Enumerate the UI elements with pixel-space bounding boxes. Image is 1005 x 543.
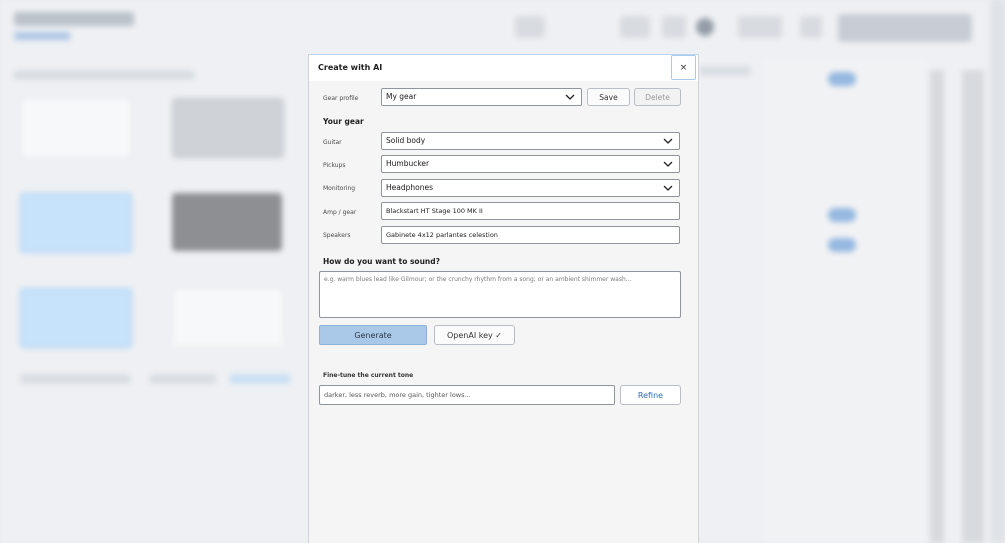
app-title-blurred <box>14 12 134 26</box>
filter-row <box>700 66 750 76</box>
amp-input[interactable]: Blackstart HT Stage 100 MK II <box>381 202 680 220</box>
guitar-label: Guitar <box>323 139 342 146</box>
save-button[interactable]: Save <box>587 88 630 106</box>
finetune-label: Fine-tune the current tone <box>323 372 414 379</box>
avatar <box>696 18 714 36</box>
monitoring-label: Monitoring <box>323 185 356 192</box>
guitar-value: Solid body <box>386 136 426 145</box>
scrollbar <box>930 70 944 543</box>
amp-label: Amp / gear <box>323 209 357 216</box>
sound-heading: How do you want to sound? <box>323 257 440 266</box>
speakers-input[interactable]: Gabinete 4x12 parlantes celestion <box>381 226 680 244</box>
footer-row <box>230 374 290 384</box>
amp-value: Blackstart HT Stage 100 MK II <box>386 207 483 215</box>
sound-description-input[interactable]: e.g. warm blues lead like Gilmour; or th… <box>319 271 681 318</box>
preset-card <box>172 288 284 348</box>
refine-input[interactable]: darker, less reverb, more gain, tighter … <box>319 385 615 405</box>
refine-button[interactable]: Refine <box>620 385 681 405</box>
chevron-down-icon <box>565 94 575 100</box>
openai-key-button-label: OpenAI key ✓ <box>447 330 502 340</box>
pickups-select[interactable]: Humbucker <box>381 155 680 173</box>
toggle <box>828 208 856 222</box>
pickups-value: Humbucker <box>386 159 430 168</box>
footer-row <box>150 374 216 384</box>
toggle <box>828 238 856 252</box>
toolbar-item <box>800 16 822 38</box>
monitoring-select[interactable]: Headphones <box>381 179 680 197</box>
chevron-down-icon <box>663 161 673 167</box>
create-with-ai-dialog: Create with AI × Gear profile My gear Sa… <box>308 54 699 543</box>
scrollbar <box>962 70 984 543</box>
preset-card <box>20 98 132 158</box>
pickups-label: Pickups <box>323 162 346 169</box>
openai-key-button[interactable]: OpenAI key ✓ <box>434 325 515 345</box>
footer-row <box>20 374 130 384</box>
speakers-value: Gabinete 4x12 parlantes celestion <box>386 231 498 239</box>
dialog-header: Create with AI × <box>309 54 698 81</box>
delete-button-label: Delete <box>645 92 670 102</box>
toolbar-item <box>738 16 782 38</box>
generate-button[interactable]: Generate <box>319 325 427 345</box>
toolbar-primary-button <box>838 14 972 42</box>
preset-card <box>172 98 284 158</box>
right-panel <box>765 60 925 543</box>
speakers-label: Speakers <box>323 232 351 239</box>
save-button-label: Save <box>599 92 618 102</box>
refine-placeholder: darker, less reverb, more gain, tighter … <box>324 391 471 399</box>
chevron-down-icon <box>663 138 673 144</box>
window-edge <box>990 0 1005 543</box>
toolbar-item <box>662 16 686 38</box>
chevron-down-icon <box>663 185 673 191</box>
close-button[interactable]: × <box>671 55 696 80</box>
gear-profile-label: Gear profile <box>323 95 359 102</box>
preset-card <box>20 193 132 253</box>
sound-description-placeholder: e.g. warm blues lead like Gilmour; or th… <box>324 276 632 283</box>
gear-profile-select[interactable]: My gear <box>381 88 582 106</box>
generate-button-label: Generate <box>354 330 392 340</box>
delete-button[interactable]: Delete <box>634 88 681 106</box>
preset-card <box>20 288 132 348</box>
toolbar-item <box>515 16 545 38</box>
your-gear-heading: Your gear <box>323 117 364 126</box>
guitar-select[interactable]: Solid body <box>381 132 680 150</box>
dialog-title: Create with AI <box>318 63 383 72</box>
toggle <box>828 72 856 86</box>
close-icon: × <box>679 62 688 73</box>
monitoring-value: Headphones <box>386 183 433 192</box>
preset-card <box>172 193 282 251</box>
app-subtitle-blurred <box>14 32 70 40</box>
filter-row <box>14 70 194 80</box>
refine-button-label: Refine <box>637 390 664 400</box>
toolbar-item <box>620 16 650 38</box>
gear-profile-value: My gear <box>386 92 417 101</box>
